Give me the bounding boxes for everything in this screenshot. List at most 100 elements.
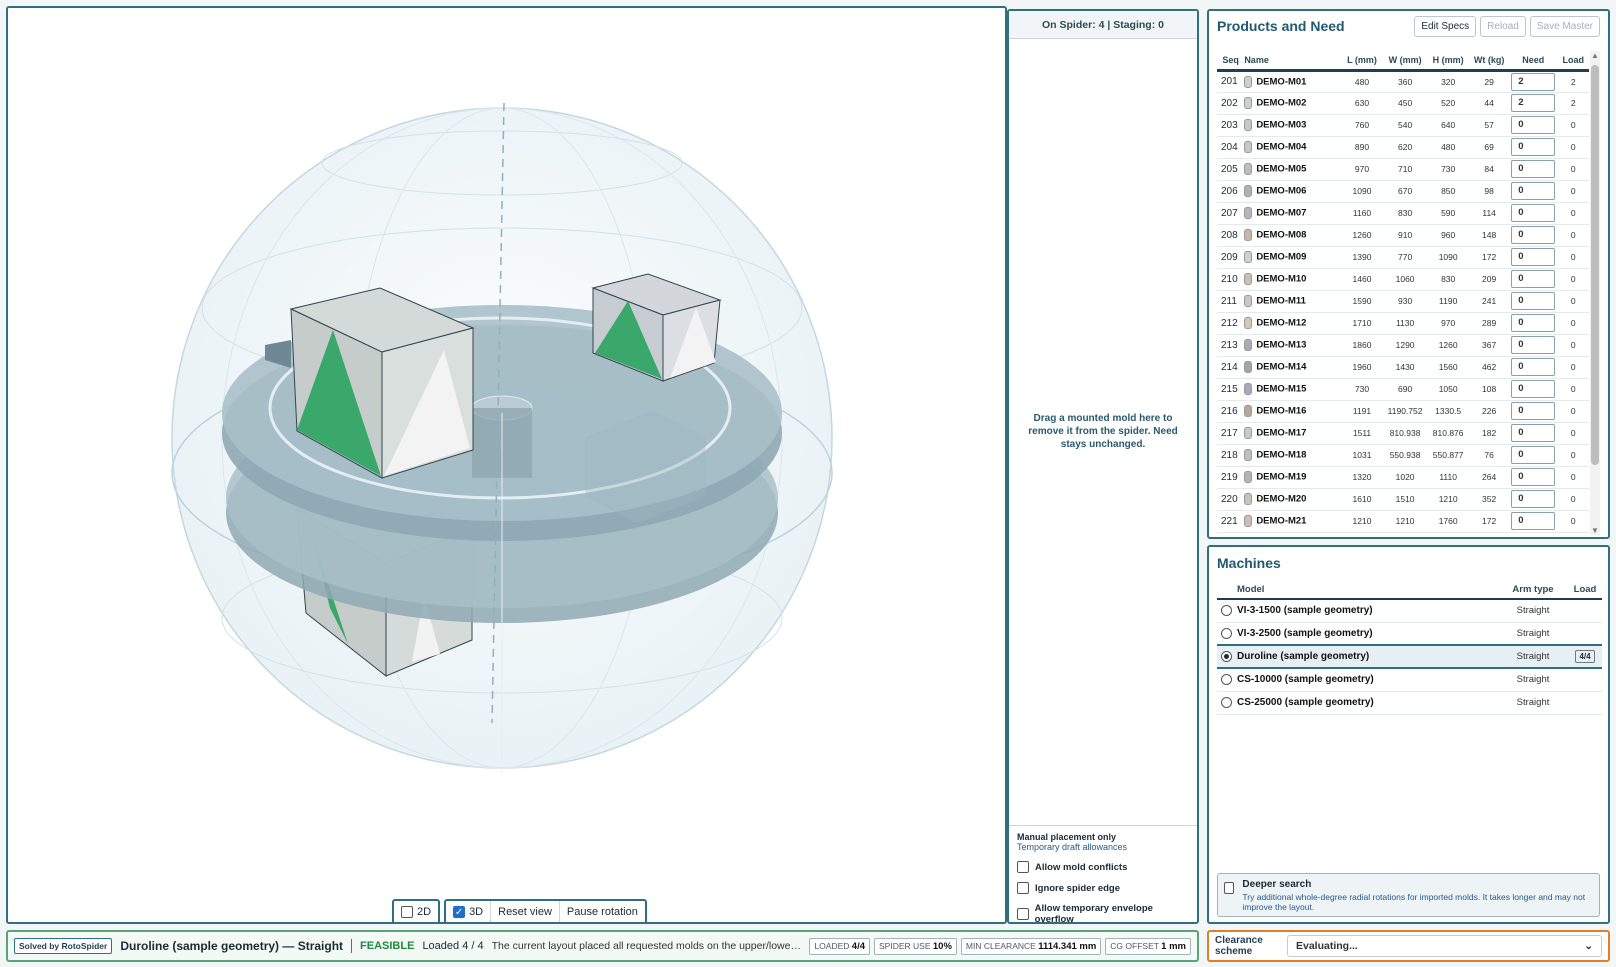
product-row[interactable]: 204 DEMO-M04 890 620 480 69 0 0 bbox=[1217, 136, 1589, 159]
products-col-load[interactable]: Load bbox=[1557, 51, 1589, 72]
spider-3d-scene[interactable] bbox=[8, 8, 1007, 924]
product-row[interactable]: 218 DEMO-M18 1031 550.938 550.877 76 0 0 bbox=[1217, 444, 1589, 467]
product-need-cell: 0 bbox=[1509, 180, 1558, 203]
products-col-name[interactable]: Name bbox=[1244, 51, 1341, 72]
pause-rotation-button[interactable]: Pause rotation bbox=[558, 901, 645, 922]
view-controls-group: ✓ 3D Reset view Pause rotation bbox=[444, 899, 647, 922]
viewport-3d[interactable]: 2D ✓ 3D Reset view Pause rotation bbox=[6, 6, 1007, 924]
products-col-l[interactable]: L (mm) bbox=[1340, 51, 1384, 72]
product-row[interactable]: 207 DEMO-M07 1160 830 590 114 0 0 bbox=[1217, 202, 1589, 225]
product-row[interactable]: 206 DEMO-M06 1090 670 850 98 0 0 bbox=[1217, 180, 1589, 203]
clearance-scheme-select[interactable]: Evaluating... ⌄ bbox=[1287, 935, 1602, 957]
machine-row[interactable]: VI-3-2500 (sample geometry) Straight bbox=[1217, 622, 1602, 646]
product-need-input[interactable]: 0 bbox=[1511, 380, 1556, 398]
staging-panel[interactable]: On Spider: 4 | Staging: 0 Drag a mounted… bbox=[1007, 9, 1199, 925]
product-row[interactable]: 208 DEMO-M08 1260 910 960 148 0 0 bbox=[1217, 224, 1589, 247]
product-name-cell: DEMO-M10 bbox=[1244, 268, 1341, 291]
product-need-input[interactable]: 0 bbox=[1511, 138, 1556, 156]
products-scrollbar[interactable]: ▲ ▼ bbox=[1590, 51, 1600, 535]
reload-button[interactable]: Reload bbox=[1480, 15, 1526, 37]
save-master-button[interactable]: Save Master bbox=[1529, 15, 1600, 37]
product-need-input[interactable]: 0 bbox=[1511, 490, 1556, 508]
scroll-up-icon[interactable]: ▲ bbox=[1590, 51, 1600, 60]
machine-radio[interactable] bbox=[1221, 696, 1232, 708]
product-row[interactable]: 209 DEMO-M09 1390 770 1090 172 0 0 bbox=[1217, 246, 1589, 269]
product-seq: 213 bbox=[1217, 334, 1245, 357]
deeper-search-option[interactable]: Deeper search Try additional whole-degre… bbox=[1217, 873, 1600, 917]
product-row[interactable]: 205 DEMO-M05 970 710 730 84 0 0 bbox=[1217, 158, 1589, 181]
scroll-down-icon[interactable]: ▼ bbox=[1590, 526, 1600, 535]
product-row[interactable]: 211 DEMO-M11 1590 930 1190 241 0 0 bbox=[1217, 290, 1589, 313]
machines-title: Machines bbox=[1217, 555, 1281, 571]
product-need-input[interactable]: 0 bbox=[1511, 424, 1556, 442]
product-need-input[interactable]: 0 bbox=[1511, 248, 1556, 266]
mode-3d-option[interactable]: ✓ 3D bbox=[446, 901, 490, 922]
product-need-input[interactable]: 0 bbox=[1511, 358, 1556, 376]
product-need-input[interactable]: 0 bbox=[1511, 512, 1556, 530]
allow-envelope-overflow-option[interactable]: Allow temporary envelope overflow bbox=[1017, 903, 1189, 925]
product-need-input[interactable]: 0 bbox=[1511, 402, 1556, 420]
product-need-input[interactable]: 2 bbox=[1511, 94, 1556, 112]
machine-radio[interactable] bbox=[1221, 627, 1232, 639]
product-need-input[interactable]: 0 bbox=[1511, 270, 1556, 288]
product-row[interactable]: 203 DEMO-M03 760 540 640 57 0 0 bbox=[1217, 114, 1589, 137]
mode-2d-checkbox[interactable] bbox=[401, 906, 413, 918]
product-row[interactable]: 216 DEMO-M16 1191 1190.752 1330.5 226 0 0 bbox=[1217, 400, 1589, 423]
mode-2d-option[interactable]: 2D bbox=[394, 901, 438, 922]
products-col-need[interactable]: Need bbox=[1509, 51, 1558, 72]
product-need-input[interactable]: 0 bbox=[1511, 292, 1556, 310]
product-need-input[interactable]: 0 bbox=[1511, 446, 1556, 464]
product-row[interactable]: 215 DEMO-M15 730 690 1050 108 0 0 bbox=[1217, 378, 1589, 401]
loaded-count: Loaded 4 / 4 bbox=[422, 940, 484, 952]
product-name-cell: DEMO-M06 bbox=[1244, 180, 1341, 203]
edit-specs-button[interactable]: Edit Specs bbox=[1414, 15, 1477, 37]
product-row[interactable]: 217 DEMO-M17 1511 810.938 810.876 182 0 0 bbox=[1217, 422, 1589, 445]
machine-radio[interactable] bbox=[1221, 650, 1232, 662]
products-col-w[interactable]: W (mm) bbox=[1383, 51, 1428, 72]
product-need-input[interactable]: 0 bbox=[1511, 468, 1556, 486]
products-col-h[interactable]: H (mm) bbox=[1427, 51, 1470, 72]
deeper-search-checkbox[interactable] bbox=[1224, 882, 1235, 894]
product-need-input[interactable]: 0 bbox=[1511, 226, 1556, 244]
product-weight: 114 bbox=[1469, 202, 1510, 225]
product-row[interactable]: 201 DEMO-M01 480 360 320 29 2 2 bbox=[1217, 70, 1589, 93]
machine-row[interactable]: VI-3-1500 (sample geometry) Straight bbox=[1217, 599, 1602, 623]
product-row[interactable]: 212 DEMO-M12 1710 1130 970 289 0 0 bbox=[1217, 312, 1589, 335]
machine-radio[interactable] bbox=[1221, 674, 1232, 686]
machine-row[interactable]: Duroline (sample geometry) Straight 4/4 bbox=[1217, 644, 1602, 669]
products-col-wt[interactable]: Wt (kg) bbox=[1469, 51, 1510, 72]
product-need-input[interactable]: 0 bbox=[1511, 160, 1556, 178]
ignore-spider-edge-checkbox[interactable] bbox=[1017, 882, 1029, 894]
allow-mold-conflicts-option[interactable]: Allow mold conflicts bbox=[1017, 861, 1189, 873]
product-need-input[interactable]: 0 bbox=[1511, 116, 1556, 134]
product-row[interactable]: 219 DEMO-M19 1320 1020 1110 264 0 0 bbox=[1217, 466, 1589, 489]
machine-row[interactable]: CS-25000 (sample geometry) Straight bbox=[1217, 691, 1602, 715]
products-col-seq[interactable]: Seq bbox=[1217, 51, 1245, 72]
product-need-input[interactable]: 0 bbox=[1511, 314, 1556, 332]
product-row[interactable]: 214 DEMO-M14 1960 1430 1560 462 0 0 bbox=[1217, 356, 1589, 379]
product-row[interactable]: 220 DEMO-M20 1610 1510 1210 352 0 0 bbox=[1217, 488, 1589, 511]
product-length: 730 bbox=[1340, 378, 1384, 401]
allow-mold-conflicts-checkbox[interactable] bbox=[1017, 861, 1029, 873]
mode-2d-toggle[interactable]: 2D bbox=[392, 899, 441, 922]
allow-envelope-overflow-checkbox[interactable] bbox=[1017, 908, 1029, 920]
machine-radio[interactable] bbox=[1221, 605, 1232, 617]
product-load: 0 bbox=[1557, 422, 1589, 445]
product-row[interactable]: 202 DEMO-M02 630 450 520 44 2 2 bbox=[1217, 92, 1589, 115]
product-need-input[interactable]: 0 bbox=[1511, 182, 1556, 200]
machine-row[interactable]: CS-10000 (sample geometry) Straight bbox=[1217, 668, 1602, 692]
status-bar: Solved by RotoSpider Duroline (sample ge… bbox=[6, 930, 1199, 962]
product-row[interactable]: 210 DEMO-M10 1460 1060 830 209 0 0 bbox=[1217, 268, 1589, 291]
ignore-spider-edge-option[interactable]: Ignore spider edge bbox=[1017, 882, 1189, 894]
mode-3d-checkbox[interactable]: ✓ bbox=[453, 906, 466, 918]
product-need-input[interactable]: 0 bbox=[1511, 204, 1556, 222]
deeper-search-label: Deeper search bbox=[1242, 879, 1312, 890]
product-need-input[interactable]: 2 bbox=[1511, 72, 1556, 91]
machine-radio-cell bbox=[1217, 622, 1237, 646]
product-length: 480 bbox=[1340, 70, 1384, 93]
product-row[interactable]: 213 DEMO-M13 1860 1290 1260 367 0 0 bbox=[1217, 334, 1589, 357]
products-scroll-thumb[interactable] bbox=[1591, 65, 1599, 465]
reset-view-button[interactable]: Reset view bbox=[490, 901, 559, 922]
product-need-input[interactable]: 0 bbox=[1511, 336, 1556, 354]
product-row[interactable]: 221 DEMO-M21 1210 1210 1760 172 0 0 bbox=[1217, 510, 1589, 533]
